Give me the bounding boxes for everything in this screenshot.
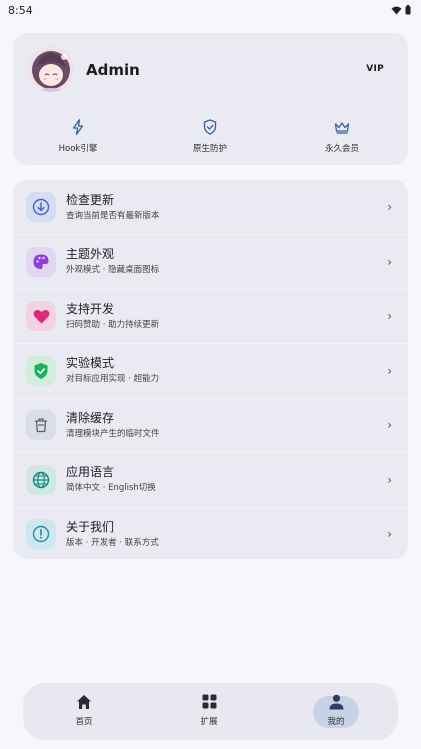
menu-icon-box — [26, 464, 56, 495]
quick-label: Hook引擎 — [58, 144, 98, 154]
bottom-navigation: 首页 扩展 我的 — [23, 683, 398, 740]
menu-subtitle: 外观模式 · 隐藏桌面图标 — [66, 265, 160, 276]
crown-icon — [334, 121, 350, 134]
menu-text: 支持开发 扫码赞助 · 助力持续更新 — [66, 302, 159, 331]
menu-subtitle: 扫码赞助 · 助力持续更新 — [66, 319, 160, 330]
quick-label: 原生防护 — [192, 144, 227, 154]
menu-title: 清除缓存 — [66, 410, 115, 425]
status-icons — [391, 5, 411, 15]
menu-item-clear-cache[interactable]: 清除缓存 清理模块产生的临时文件 › — [13, 398, 408, 453]
menu-subtitle: 对目标应用实现 · 超能力 — [66, 374, 160, 385]
lightning-icon — [72, 119, 84, 135]
menu-icon-box — [26, 410, 56, 441]
profile-name: Admin — [86, 61, 140, 79]
wifi-icon — [391, 6, 402, 15]
trash-icon — [35, 418, 47, 433]
nav-label: 扩展 — [200, 717, 218, 727]
menu-title: 实验模式 — [66, 356, 115, 371]
quick-item-lifetime-member[interactable]: 永久会员 — [297, 117, 387, 154]
menu-subtitle: 版本 · 开发者 · 联系方式 — [66, 537, 159, 548]
quick-actions: Hook引擎 原生防护 永久会员 — [13, 117, 408, 157]
chevron-right-icon: › — [387, 200, 392, 215]
nav-label: 首页 — [75, 717, 93, 727]
chevron-right-icon: › — [387, 254, 392, 269]
status-bar: 8:54 — [0, 0, 421, 20]
info-icon — [32, 526, 50, 543]
menu-icon-box — [26, 355, 56, 386]
menu-text: 检查更新 查询当前是否有最新版本 — [66, 193, 160, 222]
menu-text: 主题外观 外观模式 · 隐藏桌面图标 — [66, 247, 159, 276]
chevron-right-icon: › — [387, 472, 392, 487]
avatar[interactable] — [28, 46, 74, 92]
menu-icon-box — [26, 192, 56, 223]
vip-badge: VIP — [366, 64, 384, 74]
menu-item-about[interactable]: 关于我们 版本 · 开发者 · 联系方式 › — [13, 507, 408, 559]
menu-item-support[interactable]: 支持开发 扫码赞助 · 助力持续更新 › — [13, 289, 408, 344]
chevron-right-icon: › — [387, 418, 392, 433]
profile-card: Admin VIP Hook引擎 原生防护 永久会员 — [13, 33, 408, 165]
menu-title: 支持开发 — [66, 301, 115, 316]
heart-icon — [33, 309, 49, 324]
menu-item-theme[interactable]: 主题外观 外观模式 · 隐藏桌面图标 › — [13, 235, 408, 290]
quick-item-hook-engine[interactable]: Hook引擎 — [33, 117, 123, 154]
palette-icon — [33, 254, 49, 269]
menu-subtitle: 简体中文 · English切换 — [66, 483, 156, 494]
menu-item-experimental[interactable]: 实验模式 对目标应用实现 · 超能力 › — [13, 344, 408, 399]
menu-icon-box — [26, 246, 56, 277]
nav-label: 我的 — [327, 717, 345, 727]
status-time: 8:54 — [8, 3, 33, 17]
menu-text: 关于我们 版本 · 开发者 · 联系方式 — [66, 520, 159, 549]
shield-check-icon — [34, 362, 48, 379]
settings-list: 检查更新 查询当前是否有最新版本 › 主题外观 外观模式 · 隐藏桌面图标 › … — [13, 180, 408, 559]
person-icon — [329, 694, 343, 710]
avatar-image — [28, 46, 74, 92]
menu-text: 应用语言 简体中文 · English切换 — [66, 465, 156, 494]
chevron-right-icon: › — [387, 309, 392, 324]
menu-icon-box — [26, 519, 56, 550]
nav-item-mine[interactable]: 我的 — [301, 683, 371, 740]
grid-icon — [202, 694, 216, 709]
globe-icon — [32, 471, 50, 488]
chevron-right-icon: › — [387, 527, 392, 542]
menu-text: 清除缓存 清理模块产生的临时文件 — [66, 411, 160, 440]
chevron-right-icon: › — [387, 363, 392, 378]
download-circle-icon — [32, 199, 50, 216]
menu-subtitle: 查询当前是否有最新版本 — [66, 210, 160, 221]
menu-text: 实验模式 对目标应用实现 · 超能力 — [66, 356, 159, 385]
menu-icon-box — [26, 301, 56, 332]
menu-title: 主题外观 — [66, 247, 115, 262]
home-icon — [77, 695, 91, 709]
menu-item-language[interactable]: 应用语言 简体中文 · English切换 › — [13, 453, 408, 508]
menu-item-check-update[interactable]: 检查更新 查询当前是否有最新版本 › — [13, 180, 408, 235]
menu-title: 关于我们 — [66, 519, 115, 534]
quick-item-native-protection[interactable]: 原生防护 — [165, 117, 255, 154]
menu-title: 应用语言 — [66, 465, 115, 480]
quick-label: 永久会员 — [324, 144, 359, 154]
menu-subtitle: 清理模块产生的临时文件 — [66, 428, 160, 439]
shield-icon — [203, 119, 217, 135]
menu-title: 检查更新 — [66, 192, 115, 207]
battery-icon — [405, 5, 411, 15]
nav-item-home[interactable]: 首页 — [49, 683, 119, 740]
nav-item-extensions[interactable]: 扩展 — [174, 683, 244, 740]
